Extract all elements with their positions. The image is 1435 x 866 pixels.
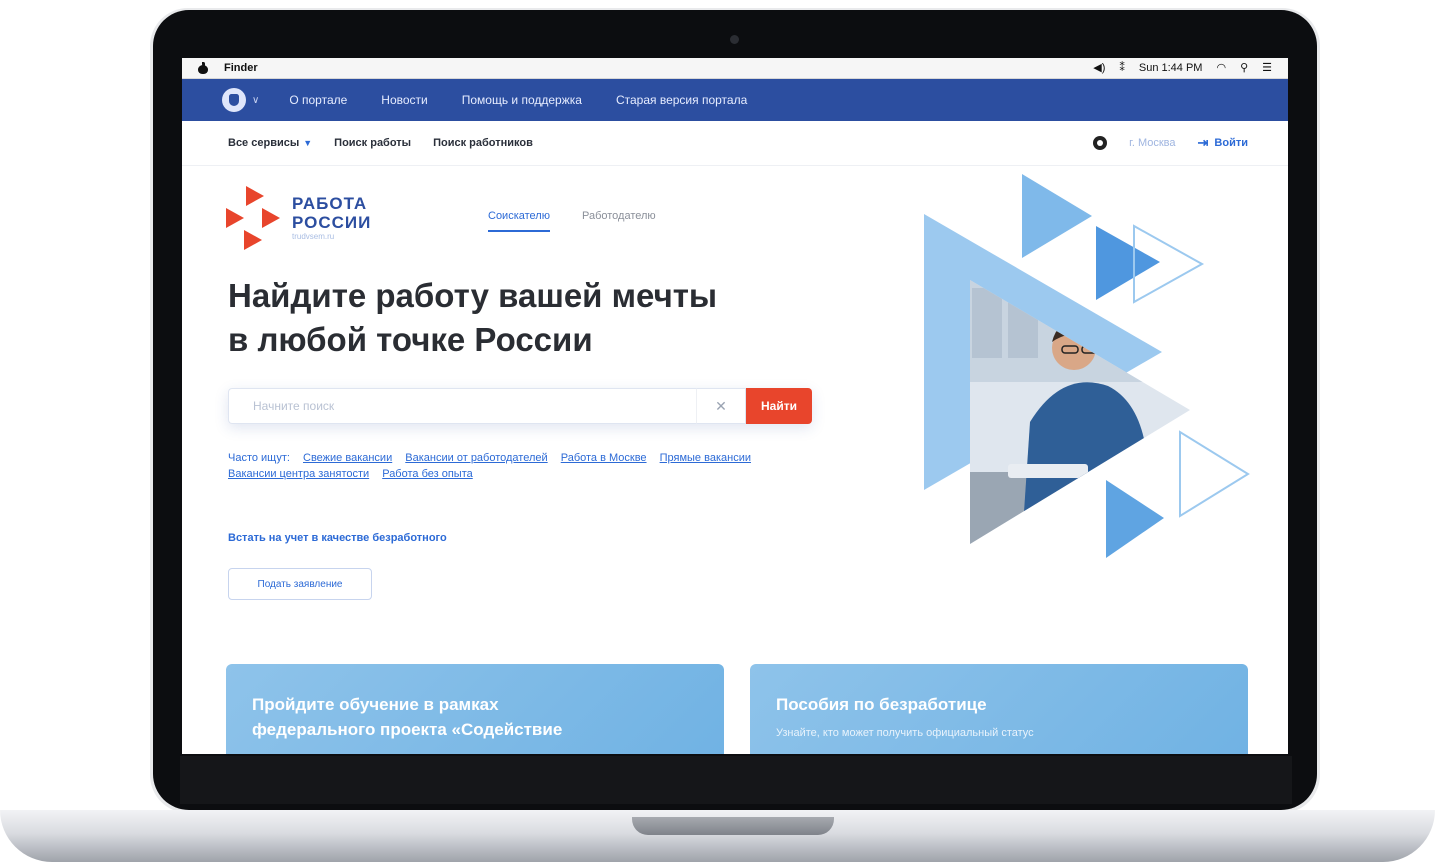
logo-triangle <box>262 208 280 228</box>
chevron-down-icon[interactable]: ∨ <box>252 95 259 106</box>
page-headline: Найдите работу вашей мечты в любой точке… <box>228 274 717 362</box>
laptop-camera <box>730 35 739 44</box>
laptop-screen: Finder ◀) ⁑ Sun 1:44 PM ◠ ⚲ ☰ ∨ О портал… <box>182 58 1288 754</box>
services-bar: Все сервисы ▼ Поиск работы Поиск работник… <box>182 121 1288 166</box>
search-input[interactable] <box>228 388 696 424</box>
training-title-line-2: федерального проекта «Содействие <box>252 720 563 739</box>
popular-link-direct[interactable]: Прямые вакансии <box>660 452 751 464</box>
spotlight-search-icon[interactable]: ⚲ <box>1240 62 1248 74</box>
training-card-title: Пройдите обучение в рамках федерального … <box>252 692 698 742</box>
unemployment-benefits-card[interactable]: Пособия по безработице Узнайте, кто може… <box>750 664 1248 754</box>
role-tabs: Соискателю Работодателю <box>488 210 656 232</box>
info-cards: Пройдите обучение в рамках федерального … <box>226 664 1248 754</box>
logo-line-1: РАБОТА <box>292 194 368 213</box>
finder-menu[interactable]: Finder <box>224 62 258 74</box>
register-unemployed-link[interactable]: Встать на учет в качестве безработного <box>228 532 447 544</box>
apple-icon[interactable] <box>198 62 208 74</box>
mid-triangle-shape <box>1096 226 1160 300</box>
logo-triangle <box>246 186 264 206</box>
popular-searches: Часто ищут: Свежие вакансии Вакансии от … <box>228 450 818 482</box>
volume-icon[interactable]: ◀) <box>1093 62 1105 74</box>
all-services-label: Все сервисы <box>228 137 300 149</box>
logo-triangle <box>226 208 244 228</box>
bottom-triangle-shape <box>1106 480 1164 558</box>
headline-line-1: Найдите работу вашей мечты <box>228 277 718 314</box>
bluetooth-icon[interactable]: ⁑ <box>1119 62 1125 74</box>
training-title-line-1: Пройдите обучение в рамках <box>252 695 499 714</box>
popular-searches-label: Часто ищут: <box>228 452 290 464</box>
top-triangle-shape <box>1022 174 1092 258</box>
hero-section: РАБОТА РОССИИ trudvsem.ru Соискателю Раб… <box>182 166 1288 754</box>
training-card[interactable]: Пройдите обучение в рамках федерального … <box>226 664 724 754</box>
nav-old-version[interactable]: Старая версия портала <box>616 93 747 107</box>
outline-triangle-shape <box>1179 430 1250 518</box>
clear-search-icon[interactable]: ✕ <box>696 388 746 424</box>
tab-job-seeker[interactable]: Соискателю <box>488 210 550 232</box>
nav-worker-search[interactable]: Поиск работников <box>433 137 533 149</box>
popular-link-employment-center[interactable]: Вакансии центра занятости <box>228 468 369 480</box>
find-button[interactable]: Найти <box>746 388 812 424</box>
popular-link-fresh[interactable]: Свежие вакансии <box>303 452 392 464</box>
state-emblem-icon[interactable] <box>222 88 246 112</box>
accessibility-eye-icon[interactable] <box>1093 136 1108 150</box>
menubar-clock[interactable]: Sun 1:44 PM <box>1139 62 1203 74</box>
menubar-status: ◀) ⁑ Sun 1:44 PM ◠ ⚲ ☰ <box>1093 62 1272 74</box>
popular-link-moscow[interactable]: Работа в Москве <box>561 452 647 464</box>
site-logo[interactable]: РАБОТА РОССИИ trudvsem.ru <box>226 186 371 252</box>
benefits-card-text: Узнайте, кто может получить официальный … <box>776 727 1034 739</box>
apply-button[interactable]: Подать заявление <box>228 568 372 600</box>
mac-menubar: Finder ◀) ⁑ Sun 1:44 PM ◠ ⚲ ☰ <box>182 58 1288 79</box>
benefits-card-title: Пособия по безработице <box>776 695 987 714</box>
nav-help-support[interactable]: Помощь и поддержка <box>462 93 582 107</box>
tab-employer[interactable]: Работодателю <box>582 210 656 232</box>
hero-illustration <box>924 174 1250 558</box>
login-button[interactable]: ⇥ Войти <box>1198 135 1248 151</box>
wifi-icon[interactable]: ◠ <box>1216 62 1226 74</box>
logo-text: РАБОТА РОССИИ trudvsem.ru <box>292 194 371 241</box>
headline-line-2: в любой точке России <box>228 321 593 358</box>
caret-down-icon: ▼ <box>303 138 313 148</box>
nav-about-portal[interactable]: О портале <box>289 93 347 107</box>
logo-domain: trudvsem.ru <box>292 232 335 241</box>
logo-triangles-icon <box>226 186 288 252</box>
popular-link-employers[interactable]: Вакансии от работодателей <box>405 452 547 464</box>
login-label: Войти <box>1214 137 1248 149</box>
laptop-notch <box>632 817 834 835</box>
nav-job-search[interactable]: Поиск работы <box>334 137 411 149</box>
search-bar: ✕ Найти <box>228 388 812 424</box>
all-services-dropdown[interactable]: Все сервисы ▼ <box>228 137 312 149</box>
gov-top-bar: ∨ О портале Новости Помощь и поддержка С… <box>182 79 1288 121</box>
logo-line-2: РОССИИ <box>292 213 372 232</box>
login-arrow-icon: ⇥ <box>1197 135 1209 150</box>
nav-news[interactable]: Новости <box>381 93 427 107</box>
services-bar-right: г. Москва ⇥ Войти <box>1093 135 1248 151</box>
notification-center-icon[interactable]: ☰ <box>1262 62 1272 74</box>
popular-link-no-experience[interactable]: Работа без опыта <box>382 468 473 480</box>
city-selector[interactable]: г. Москва <box>1129 137 1175 149</box>
logo-triangle <box>244 230 262 250</box>
laptop-chin <box>180 756 1292 804</box>
